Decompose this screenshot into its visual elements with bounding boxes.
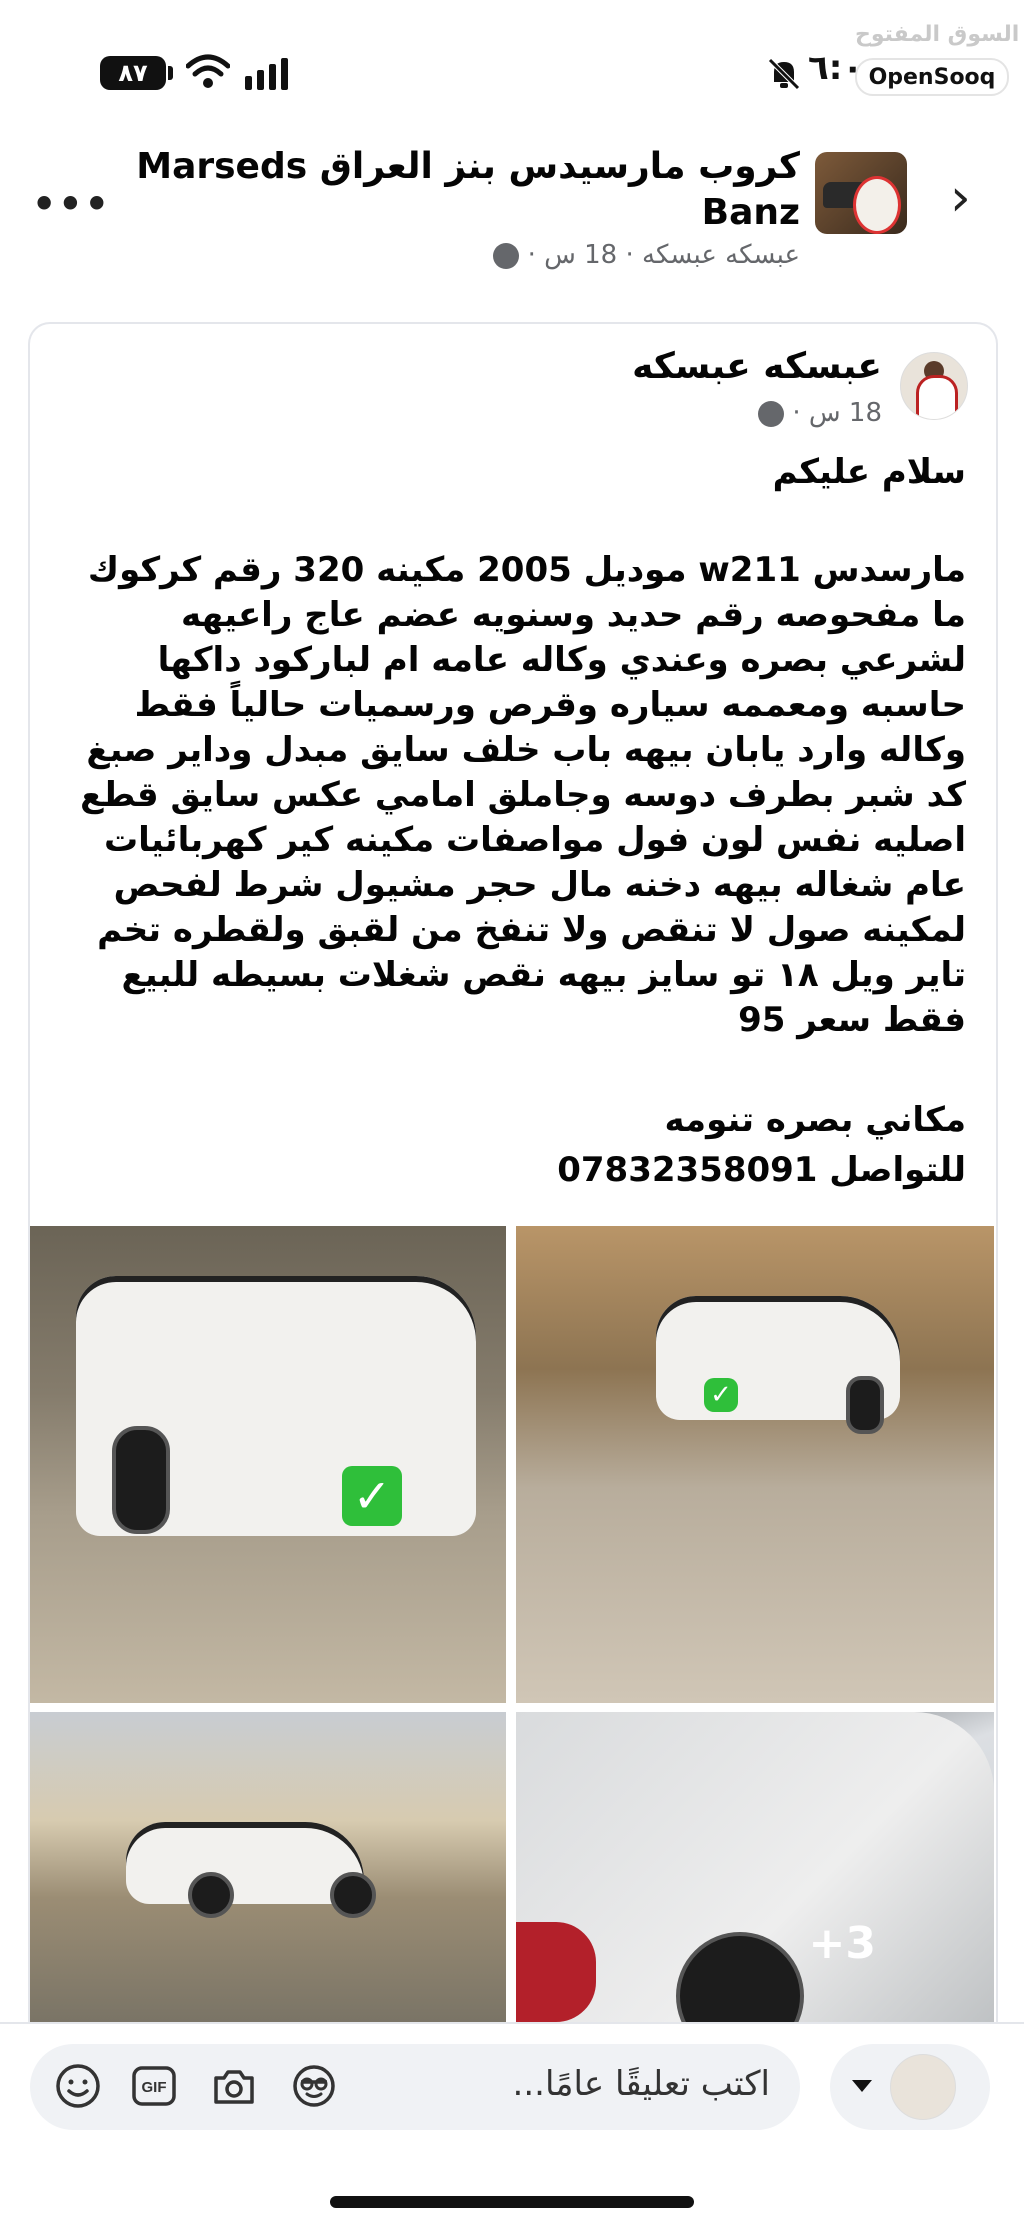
group-subtitle-text: عبسكه عبسكه · 18 س · <box>527 240 800 270</box>
author-name[interactable]: عبسكه عبسكه <box>400 346 882 387</box>
battery-tip <box>168 66 173 80</box>
post-greeting: سلام عليكم <box>772 452 966 492</box>
more-photos-count[interactable]: +3 <box>809 1918 876 1969</box>
post-contact[interactable]: للتواصل 07832358091 <box>60 1150 966 1190</box>
signal-icon <box>245 58 288 90</box>
tail-light <box>516 1922 596 2022</box>
opensooq-badge: OpenSooq <box>855 58 1009 96</box>
post-photo[interactable]: ✓ <box>30 1226 506 1703</box>
globe-icon <box>758 400 785 427</box>
back-chevron-icon[interactable]: › <box>950 172 971 224</box>
sticker-icon[interactable] <box>290 2062 338 2110</box>
gif-icon[interactable]: GIF <box>130 2062 178 2110</box>
home-indicator[interactable] <box>330 2196 694 2208</box>
wifi-icon <box>186 54 230 88</box>
more-icon[interactable]: ••• <box>32 182 111 226</box>
post-photo[interactable] <box>30 1712 506 2022</box>
group-avatar[interactable] <box>815 152 907 234</box>
opensooq-watermark: السوق المفتوح <box>855 22 1020 47</box>
post-photo-more[interactable] <box>516 1712 994 2022</box>
group-title[interactable]: كروب مارسيدس بنز العراق Marseds Banz <box>130 144 800 236</box>
author-avatar[interactable] <box>900 352 968 420</box>
post-time: 18 س · <box>792 398 882 428</box>
battery-icon: ٨٧ <box>100 56 166 90</box>
emoji-icon[interactable] <box>54 2062 102 2110</box>
post-photo[interactable]: ✓ <box>516 1226 994 1703</box>
post-body: مارسدس w211 موديل 2005 مكينه 320 رقم كرك… <box>80 550 966 1040</box>
globe-icon <box>493 242 520 269</box>
group-subtitle: عبسكه عبسكه · 18 س · <box>420 240 800 270</box>
check-mark-icon: ✓ <box>342 1466 402 1526</box>
my-avatar[interactable] <box>890 2054 956 2120</box>
svg-text:GIF: GIF <box>142 2079 167 2096</box>
camera-icon[interactable] <box>210 2062 258 2110</box>
comment-placeholder[interactable]: اكتب تعليقًا عامًا... <box>440 2064 770 2104</box>
check-mark-icon: ✓ <box>704 1378 738 1412</box>
bell-muted-icon <box>768 58 800 90</box>
caret-down-icon[interactable] <box>852 2080 872 2092</box>
post-meta: 18 س · <box>600 398 882 428</box>
post-location: مكاني بصره تنومه <box>664 1100 966 1140</box>
status-bar: ٨٧ ٦:٠ السوق المفتوح OpenSooq <box>0 0 1024 140</box>
